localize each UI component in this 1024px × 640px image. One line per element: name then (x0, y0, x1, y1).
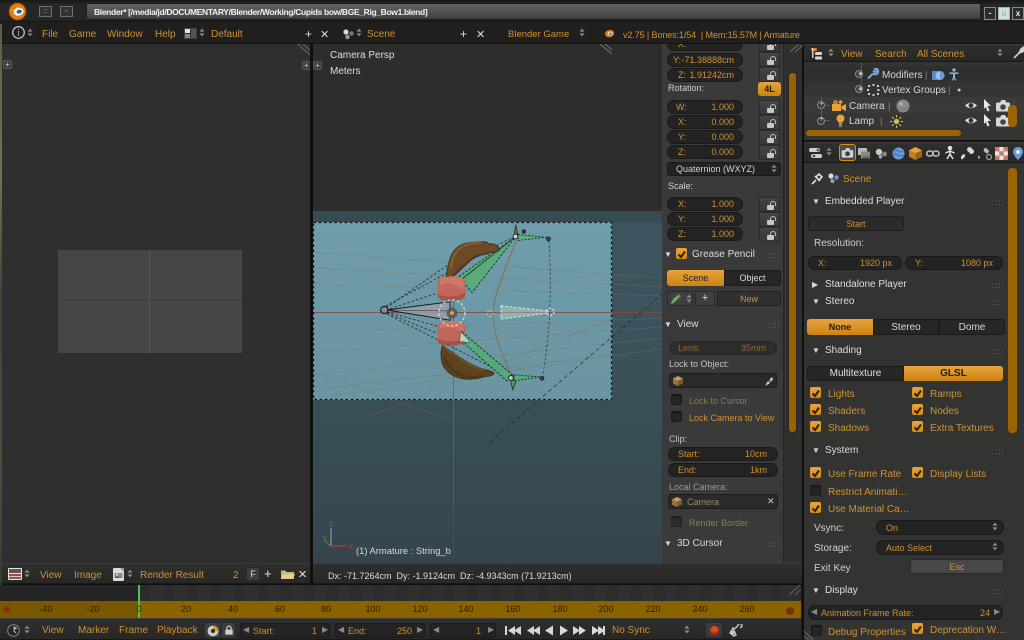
svg-text:z: z (329, 519, 333, 528)
svg-text:i: i (17, 28, 20, 38)
svg-text:x: x (349, 542, 353, 551)
svg-text:(1) Armature : String_b: (1) Armature : String_b (356, 545, 451, 556)
svg-text:y: y (323, 533, 327, 542)
